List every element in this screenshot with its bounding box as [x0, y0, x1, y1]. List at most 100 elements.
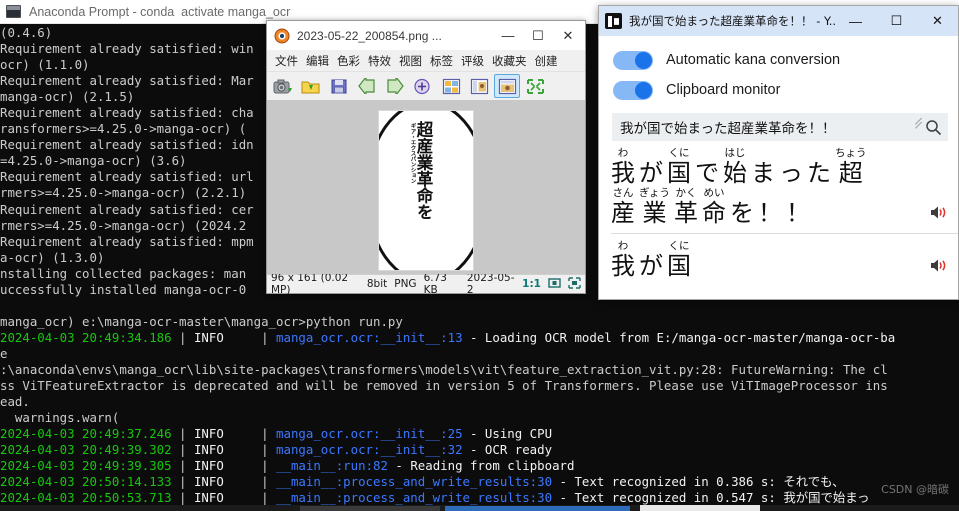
taskbar-item-2[interactable]: [445, 506, 630, 511]
ruby-token[interactable]: ・を: [730, 187, 754, 227]
taskbar[interactable]: 运行结果.py: [0, 505, 959, 511]
status-format: PNG: [394, 278, 417, 290]
console-segment: rmers>=4.25.0->manga-ocr) (2024.2: [0, 217, 247, 233]
console-segment: 2024-04-03 20:49:39.302: [0, 442, 172, 458]
ocr-result-line: さん産ぎょう業かく革めい命・を・！・！: [611, 187, 958, 227]
ruby-token[interactable]: ・！: [786, 187, 810, 227]
image-viewer-window[interactable]: 2023-05-22_200854.png ... — ☐ ✕ 文件 编辑 色彩 特效…: [266, 20, 586, 296]
console-title: Anaconda Prompt - conda activate manga_o…: [29, 4, 291, 19]
base-text: た: [807, 159, 831, 187]
speaker-icon[interactable]: [930, 205, 948, 225]
viewer-maximize-button[interactable]: ☐: [523, 22, 553, 49]
single-image-view-icon[interactable]: [494, 74, 520, 98]
resize-grip-icon[interactable]: [904, 117, 923, 133]
viewer-menu-7[interactable]: 收藏夹: [488, 51, 531, 71]
console-segment: - Text recognized in 0.386 s: それでも、: [552, 474, 845, 490]
viewer-menu-6[interactable]: 评级: [457, 51, 488, 71]
base-text: 我: [611, 252, 635, 280]
manga-column-2: 超産業革命を ギア・エクスパンション: [379, 121, 434, 220]
console-segment: 2024-04-03 20:49:37.246: [0, 426, 172, 442]
thumbnail-grid-icon[interactable]: [438, 74, 464, 98]
toggle-automatic-kana-conversion-switch[interactable]: [613, 50, 653, 70]
taskbar-item-active[interactable]: 运行结果.py: [640, 505, 760, 511]
fullscreen-icon[interactable]: [522, 74, 548, 98]
console-segment: |: [223, 426, 277, 442]
ruby-token[interactable]: めい命: [702, 187, 726, 227]
viewer-minimize-button[interactable]: —: [493, 22, 523, 49]
speaker-icon[interactable]: [930, 258, 948, 278]
base-text: が: [639, 159, 663, 187]
ocr-maximize-button[interactable]: ☐: [876, 7, 917, 36]
search-icon[interactable]: [918, 119, 948, 136]
console-segment: 2024-04-03 20:49:34.186: [0, 329, 172, 345]
camera-capture-icon[interactable]: [270, 74, 296, 98]
ocr-search-row[interactable]: [612, 113, 948, 141]
console-segment: |: [171, 442, 194, 458]
ruby-token[interactable]: ぎょう業: [639, 187, 670, 227]
ruby-token[interactable]: ・で: [695, 147, 719, 187]
fit-to-window-icon[interactable]: [548, 277, 561, 292]
console-segment: __main__:process_and_write_results: [276, 474, 530, 490]
ruby-token[interactable]: ・ま: [751, 147, 775, 187]
ruby-token[interactable]: ・！: [758, 187, 782, 227]
actual-size-icon[interactable]: [568, 276, 581, 292]
console-segment: nstalling collected packages: man: [0, 265, 247, 281]
save-disk-icon[interactable]: [326, 74, 352, 98]
filmstrip-left-icon[interactable]: [466, 74, 492, 98]
previous-arrow-icon[interactable]: [354, 74, 380, 98]
ocr-close-button[interactable]: ✕: [917, 7, 958, 36]
console-segment: manga_ocr.ocr:__init__: [276, 426, 441, 442]
ruby-token[interactable]: はじ始: [723, 147, 747, 187]
console-line: 2024-04-03 20:50:14.133 | INFO | __main_…: [0, 474, 959, 490]
ruby-token[interactable]: ・が: [639, 147, 663, 187]
ocr-results-list[interactable]: わ我・がくに国・ではじ始・ま・っ・たちょう超さん産ぎょう業かく革めい命・を・！・…: [599, 141, 958, 299]
ruby-token[interactable]: くに国: [667, 147, 691, 187]
toggle-clipboard-monitor[interactable]: Clipboard monitor: [613, 75, 958, 105]
toggle-clipboard-monitor-switch[interactable]: [613, 80, 653, 100]
viewer-menu-5[interactable]: 标签: [426, 51, 457, 71]
ruby-token[interactable]: かく革: [674, 187, 698, 227]
ruby-token[interactable]: ・が: [639, 240, 663, 280]
viewer-menu-0[interactable]: 文件: [271, 51, 302, 71]
ruby-token[interactable]: ・た: [807, 147, 831, 187]
ruby-token[interactable]: わ我: [611, 147, 635, 187]
viewer-close-button[interactable]: ✕: [553, 22, 583, 49]
ruby-token[interactable]: ちょう超: [835, 147, 867, 187]
ocr-result-entry[interactable]: わ我・がくに国: [611, 233, 958, 280]
taskbar-item-1[interactable]: [300, 506, 440, 511]
viewer-toolbar[interactable]: [267, 72, 585, 101]
viewer-menubar[interactable]: 文件 编辑 色彩 特效 视图 标签 评级 收藏夹 创建: [267, 50, 585, 72]
ocr-minimize-button[interactable]: —: [835, 7, 876, 36]
next-arrow-icon[interactable]: [382, 74, 408, 98]
console-line: ead.: [0, 394, 959, 410]
viewer-menu-8[interactable]: 创建: [531, 51, 562, 71]
ocr-titlebar[interactable]: 我が国で始まった超産業革命を！！ - Y... — ☐ ✕: [599, 6, 958, 36]
console-line: e: [0, 346, 959, 362]
toggle-automatic-kana-conversion[interactable]: Automatic kana conversion: [613, 45, 958, 75]
base-text: 業: [642, 199, 667, 227]
viewer-menu-3[interactable]: 特效: [364, 51, 395, 71]
console-icon: [6, 5, 21, 18]
console-segment: manga_ocr.ocr:__init__: [276, 329, 441, 345]
console-segment: - Reading from clipboard: [387, 458, 575, 474]
viewer-image-canvas[interactable]: 我が国でわ くに始まったはじ超産業革命をギア・エクスパンション!!: [267, 101, 585, 274]
toggle-automatic-kana-conversion-label: Automatic kana conversion: [666, 52, 841, 68]
viewer-menu-2[interactable]: 色彩: [333, 51, 364, 71]
zoom-in-icon[interactable]: [410, 74, 436, 98]
console-segment: Requirement already satisfied: cer: [0, 201, 254, 217]
console-segment: |: [171, 458, 194, 474]
ocr-result-entry[interactable]: わ我・がくに国・ではじ始・ま・っ・たちょう超さん産ぎょう業かく革めい命・を・！・…: [611, 141, 958, 227]
open-folder-icon[interactable]: [298, 74, 324, 98]
console-line: 2024-04-03 20:49:39.305 | INFO | __main_…: [0, 458, 959, 474]
search-input[interactable]: [612, 119, 904, 135]
ruby-token[interactable]: くに国: [667, 240, 691, 280]
viewer-titlebar[interactable]: 2023-05-22_200854.png ... — ☐ ✕: [267, 21, 585, 50]
console-segment: ead.: [0, 394, 30, 410]
viewer-menu-4[interactable]: 视图: [395, 51, 426, 71]
ruby-token[interactable]: ・っ: [779, 147, 803, 187]
viewer-menu-1[interactable]: 编辑: [302, 51, 333, 71]
yomichan-ocr-window[interactable]: 我が国で始まった超産業革命を！！ - Y... — ☐ ✕ Automatic …: [598, 5, 959, 300]
base-text: 我: [611, 159, 635, 187]
ruby-token[interactable]: さん産: [611, 187, 635, 227]
ruby-token[interactable]: わ我: [611, 240, 635, 280]
